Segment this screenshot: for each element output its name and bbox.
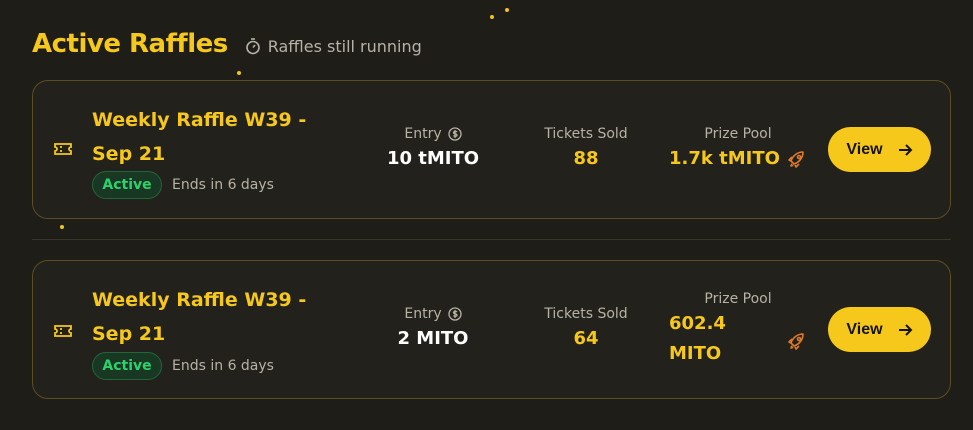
tickets-sold-label: Tickets Sold (544, 126, 628, 142)
ticket-icon (54, 143, 72, 155)
ends-in-text: Ends in 6 days (172, 358, 274, 374)
status-badge: Active (92, 171, 162, 199)
view-label: View (846, 140, 883, 158)
prize-pool-label: Prize Pool (704, 291, 772, 307)
entry-column: Entry 2 MITO (373, 306, 493, 349)
entry-value: 2 MITO (397, 328, 469, 349)
arrow-right-icon (898, 143, 912, 156)
tickets-sold-value: 88 (573, 148, 599, 169)
coin-icon (447, 127, 462, 141)
view-button[interactable]: View (828, 127, 931, 172)
page-title: Active Raffles (32, 29, 228, 59)
tickets-column: Tickets Sold 88 (526, 126, 646, 169)
entry-label: Entry (404, 126, 442, 142)
page-subtitle: Raffles still running (244, 37, 422, 56)
prize-column: Prize Pool 602.4 MITO (663, 291, 813, 369)
raffle-title: Weekly Raffle W39 - Sep 21 (92, 109, 307, 165)
raffle-card: Weekly Raffle W39 - Sep 21 Active Ends i… (32, 260, 951, 399)
ends-in-text: Ends in 6 days (172, 177, 274, 193)
sparkle-dot (490, 15, 494, 19)
ticket-icon (54, 325, 72, 337)
status-badge: Active (92, 352, 162, 380)
rocket-icon (788, 333, 804, 350)
view-label: View (846, 320, 883, 338)
sparkle-dot (505, 8, 509, 12)
entry-column: Entry 10 tMITO (373, 126, 493, 169)
prize-pool-label: Prize Pool (704, 126, 772, 142)
stopwatch-icon (245, 38, 260, 55)
subtitle-text: Raffles still running (267, 36, 422, 56)
view-button[interactable]: View (828, 307, 931, 352)
raffle-title: Weekly Raffle W39 - Sep 21 (92, 289, 307, 345)
raffle-card: Weekly Raffle W39 - Sep 21 Active Ends i… (32, 80, 951, 219)
arrow-right-icon (898, 323, 912, 336)
entry-label: Entry (404, 306, 442, 322)
page-header: Active Raffles Raffles still running (32, 24, 422, 64)
entry-value: 10 tMITO (386, 148, 480, 169)
tickets-sold-value: 64 (573, 328, 599, 349)
rocket-icon (788, 151, 804, 168)
tickets-sold-label: Tickets Sold (544, 306, 628, 322)
sparkle-dot (60, 225, 64, 229)
coin-icon (447, 307, 462, 321)
tickets-column: Tickets Sold 64 (526, 306, 646, 349)
card-divider (32, 239, 951, 240)
sparkle-dot (237, 71, 241, 75)
